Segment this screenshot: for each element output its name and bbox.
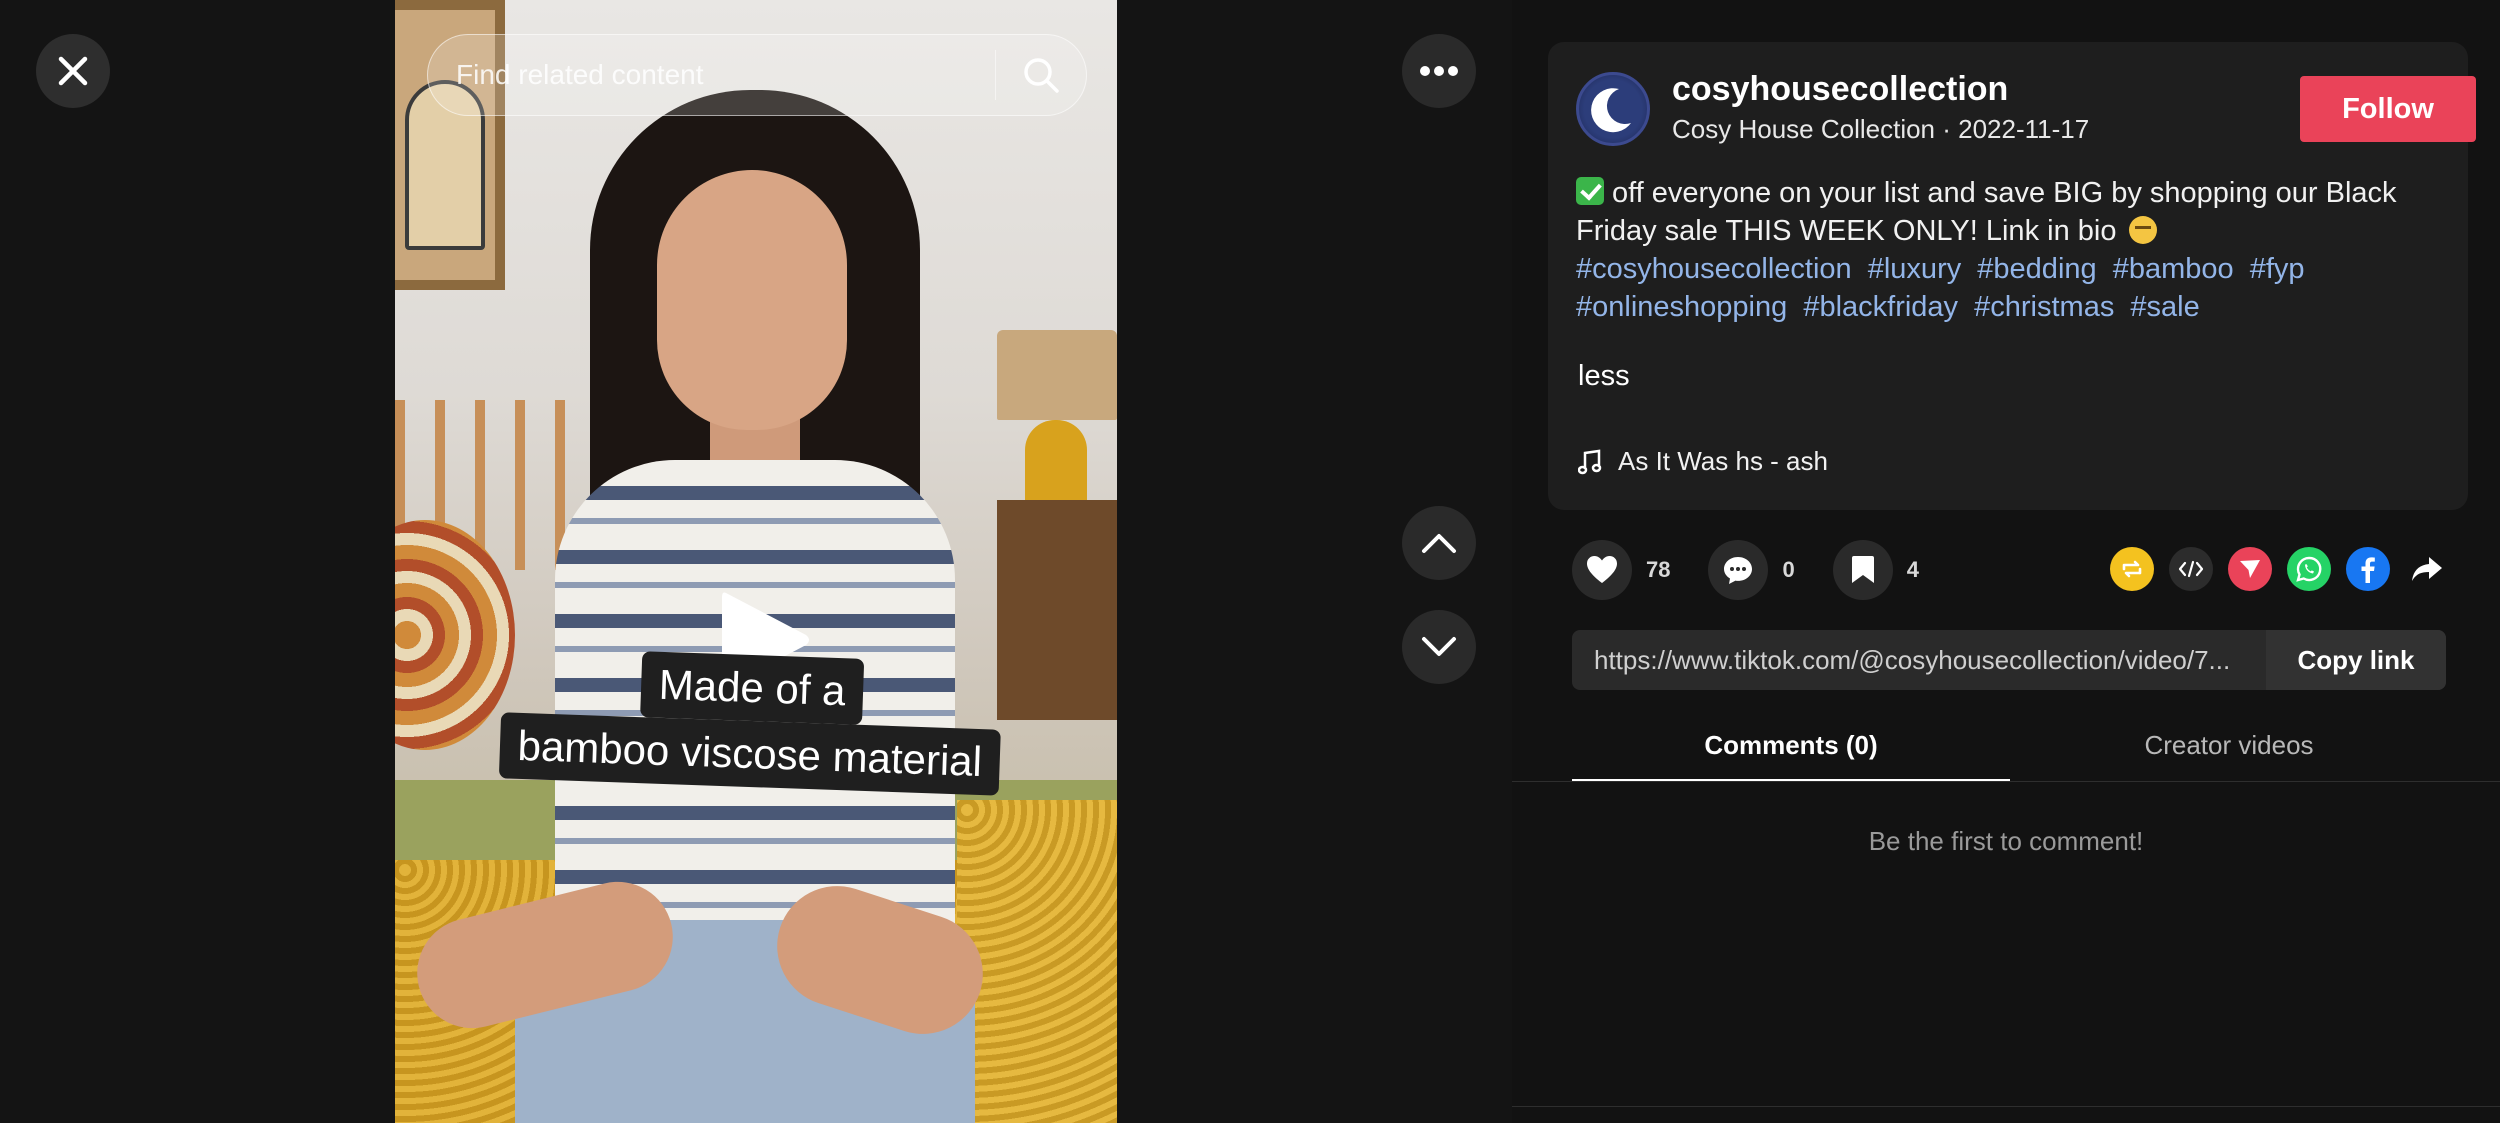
username[interactable]: cosyhousecollection [1672,70,2008,109]
post-info-card: cosyhousecollection Cosy House Collectio… [1548,42,2476,510]
author-subline: Cosy House Collection · 2022-11-17 [1672,114,2089,145]
smirk-emoji-icon [2128,216,2157,244]
bookmark-icon [1851,556,1874,583]
chevron-up-icon [1422,534,1456,553]
tab-comments[interactable]: Comments (0) [1572,722,2010,782]
repost-icon [2122,560,2142,578]
music-note-icon [1578,449,1602,474]
like-button[interactable]: 78 [1572,540,1670,600]
post-date: 2022-11-17 [1958,114,2090,144]
video-scene-lamp [997,330,1117,420]
post-description: off everyone on your list and save BIG b… [1576,174,2446,250]
description-text: off everyone on your list and save BIG b… [1576,177,2397,247]
more-dots-icon [1420,66,1458,76]
hashtag[interactable]: #blackfriday [1803,291,1958,323]
share-link-box: https://www.tiktok.com/@cosyhousecollect… [1572,630,2446,690]
hashtag[interactable]: #sale [2130,291,2199,323]
subline-separator: · [1942,114,1959,144]
save-count: 4 [1906,557,1919,582]
share-options [2110,547,2464,591]
video-caption: Made of a bamboo viscose material [484,646,1018,796]
video-stage: Made of a bamboo viscose material [0,0,1512,1123]
follow-button[interactable]: Follow [2300,76,2476,142]
more-options-button[interactable] [1402,34,1476,108]
repost-button[interactable] [2110,547,2154,591]
panel-tabs: Comments (0) Creator videos [1572,722,2450,782]
facebook-share-button[interactable] [2346,547,2390,591]
hashtag[interactable]: #christmas [1974,291,2114,323]
related-search [427,34,1087,116]
chevron-down-icon [1422,637,1456,656]
hashtag[interactable]: #cosyhousecollection [1576,253,1852,285]
embed-button[interactable] [2169,547,2213,591]
avatar[interactable] [1576,72,1650,146]
display-name: Cosy House Collection [1672,114,1936,144]
hashtag[interactable]: #fyp [2250,253,2305,285]
facebook-icon [2361,557,2375,583]
embed-code-icon [2178,560,2204,578]
hashtag[interactable]: #bedding [1977,253,2096,285]
paper-plane-icon [2240,560,2260,578]
tabs-divider [1512,781,2500,782]
moon-logo-icon [1591,88,1631,133]
check-mark-icon [1576,177,1604,205]
more-share-button[interactable] [2405,547,2449,591]
whatsapp-icon [2296,556,2322,582]
comment-button[interactable]: 0 [1708,540,1795,600]
hashtag[interactable]: #bamboo [2113,253,2234,285]
hashtag[interactable]: #luxury [1868,253,1962,285]
whatsapp-share-button[interactable] [2287,547,2331,591]
music-title: As It Was hs - ash [1618,446,1828,476]
hashtag[interactable]: #onlineshopping [1576,291,1787,323]
comment-input-divider [1512,1106,2500,1107]
close-icon [58,56,88,86]
send-to-friends-button[interactable] [2228,547,2272,591]
close-button[interactable] [36,34,110,108]
hashtag-list: #cosyhousecollection #luxury #bedding #b… [1576,250,2446,326]
caption-line-1: Made of a [639,651,865,725]
comment-count: 0 [1782,557,1795,582]
heart-icon [1587,556,1617,583]
share-link-text[interactable]: https://www.tiktok.com/@cosyhousecollect… [1572,645,2266,676]
details-panel: cosyhousecollection Cosy House Collectio… [1512,0,2500,1123]
less-toggle[interactable]: less [1578,360,1630,393]
previous-video-button[interactable] [1402,506,1476,580]
engagement-actions: 78 0 4 [1572,538,1957,602]
tab-creator-videos[interactable]: Creator videos [2010,722,2448,782]
like-count: 78 [1646,557,1671,582]
search-input[interactable] [428,35,995,115]
save-button[interactable]: 4 [1832,540,1919,600]
music-link[interactable]: As It Was hs - ash [1578,446,1828,477]
next-video-button[interactable] [1402,610,1476,684]
share-arrow-icon [2412,557,2442,581]
comments-empty-state: Be the first to comment! [1868,826,2144,856]
search-button[interactable] [996,35,1086,115]
comment-bubble-icon [1724,557,1753,584]
copy-link-button[interactable]: Copy link [2266,630,2446,690]
video-player[interactable] [395,0,1117,1123]
search-icon [1024,58,1059,93]
